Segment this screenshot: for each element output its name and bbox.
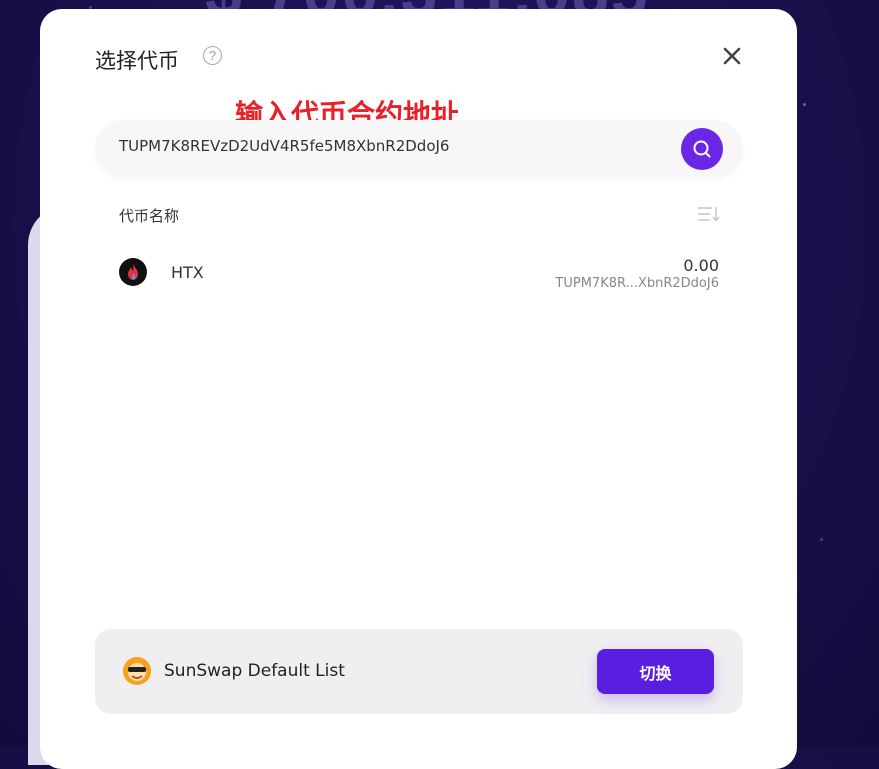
token-name-column-header: 代币名称 bbox=[119, 207, 180, 225]
search-input[interactable] bbox=[119, 137, 659, 155]
sort-icon[interactable] bbox=[696, 204, 720, 224]
htx-flame-icon bbox=[119, 258, 147, 286]
search-box bbox=[95, 120, 743, 178]
select-token-modal: 选择代币 ? 输入代币合约地址 代币名称 HTX 0.00 TU bbox=[40, 9, 797, 769]
token-list-bar: SunSwap Default List 切换 bbox=[95, 629, 743, 714]
search-icon bbox=[693, 140, 711, 158]
background-star bbox=[803, 103, 806, 106]
token-name: HTX bbox=[171, 263, 204, 282]
background-star bbox=[820, 538, 823, 541]
token-address: TUPM7K8R...XbnR2DdoJ6 bbox=[555, 276, 719, 291]
help-icon[interactable]: ? bbox=[203, 46, 222, 65]
sunswap-logo-icon bbox=[123, 657, 151, 685]
search-button[interactable] bbox=[681, 128, 723, 170]
close-icon[interactable] bbox=[722, 46, 742, 66]
modal-title: 选择代币 bbox=[95, 49, 179, 73]
token-row[interactable]: HTX 0.00 TUPM7K8R...XbnR2DdoJ6 bbox=[95, 245, 743, 301]
switch-list-button[interactable]: 切换 bbox=[597, 649, 714, 694]
token-list-name: SunSwap Default List bbox=[164, 661, 345, 681]
token-balance: 0.00 bbox=[683, 256, 719, 275]
